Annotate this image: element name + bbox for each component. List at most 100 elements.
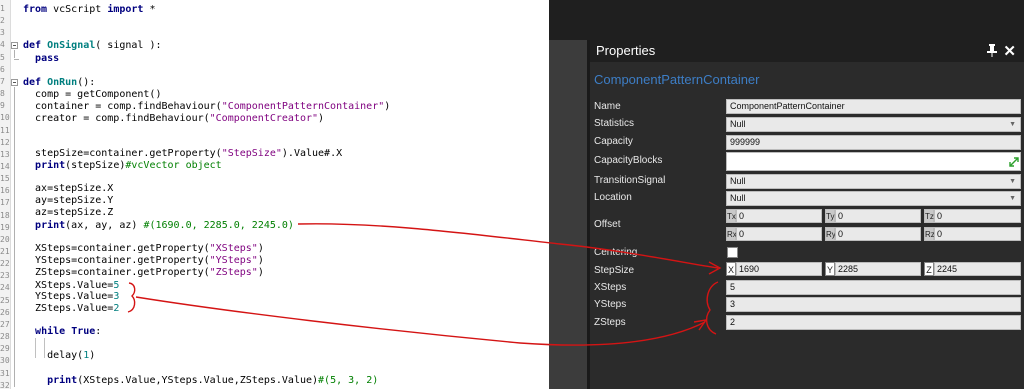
label-step-size: StepSize — [594, 265, 635, 276]
line-number: 5 — [0, 52, 5, 62]
offset-rx-field[interactable]: 0 — [736, 227, 822, 241]
transition-signal-dropdown[interactable]: Null ▼ — [726, 174, 1021, 189]
line-number: 1 — [0, 4, 5, 13]
label-capacity-blocks: CapacityBlocks — [594, 155, 663, 166]
code-line: ZSteps.Value=2 — [23, 303, 119, 315]
code-token: ZSteps.Value= — [23, 303, 114, 314]
ysteps-field[interactable]: 3 — [726, 297, 1021, 312]
line-number: 21 — [0, 247, 10, 256]
capacity-blocks-field[interactable] — [726, 152, 1021, 171]
location-dropdown[interactable]: Null ▼ — [726, 191, 1021, 206]
code-token: 5 — [113, 280, 120, 291]
offset-tx-label: Tx — [726, 209, 736, 223]
code-line: XSteps=container.getProperty("XSteps") — [23, 243, 264, 255]
line-number: 11 — [0, 125, 10, 135]
step-size-x-field[interactable]: 1690 — [736, 262, 822, 276]
panel-title: Properties — [596, 43, 656, 58]
code-token: ) — [257, 255, 264, 266]
step-size-y-field[interactable]: 2285 — [835, 262, 921, 276]
code-token: ( signal ): — [95, 40, 162, 51]
line-number: 8 — [0, 89, 5, 99]
code-token: def — [23, 40, 42, 51]
code-token: vcScript — [47, 4, 108, 15]
code-token: #(5, 3, 2) — [318, 375, 379, 386]
label-ysteps: YSteps — [594, 299, 627, 310]
fold-toggle-icon[interactable] — [11, 79, 18, 86]
xsteps-field[interactable]: 5 — [726, 280, 1021, 295]
offset-ry-field[interactable]: 0 — [835, 227, 921, 241]
panel-header: Properties ✕ — [590, 40, 1024, 62]
line-number: 13 — [0, 149, 10, 159]
line-number: 9 — [0, 101, 5, 111]
step-size-z-label: Z — [924, 262, 934, 276]
component-name: ComponentPatternContainer — [594, 72, 760, 87]
capacity-field[interactable]: 999999 — [726, 135, 1021, 150]
viewport-strip — [549, 40, 587, 389]
line-number: 25 — [0, 295, 10, 305]
zsteps-field[interactable]: 2 — [726, 315, 1021, 330]
code-token: ) — [257, 267, 264, 278]
code-token: import — [107, 4, 144, 15]
capacity-value: 999999 — [730, 137, 761, 147]
centering-checkbox[interactable] — [727, 247, 738, 258]
step-size-x-value: 1690 — [739, 264, 760, 274]
close-icon[interactable]: ✕ — [1003, 42, 1016, 60]
line-number: 30 — [0, 356, 10, 366]
offset-ry-label: Ry — [825, 227, 836, 241]
indent-guide — [35, 338, 36, 358]
ysteps-value: 3 — [730, 299, 736, 309]
code-line: ax=stepSize.X — [23, 183, 113, 195]
label-transition-signal: TransitionSignal — [594, 175, 666, 186]
code-token: from — [23, 4, 48, 15]
code-token: OnSignal — [47, 40, 96, 51]
statistics-dropdown[interactable]: Null ▼ — [726, 117, 1021, 132]
chevron-down-icon: ▼ — [1009, 178, 1016, 185]
code-line: YSteps=container.getProperty("YSteps") — [23, 255, 264, 267]
code-editor[interactable]: 1 2 3 4 5 6 7 8 9 10 11 12 13 14 15 16 17 18 19 20 21 22 23 24 2… — [0, 0, 550, 389]
transition-signal-value: Null — [730, 176, 746, 186]
line-number: 6 — [0, 64, 5, 74]
line-number: 18 — [0, 210, 10, 220]
step-size-z-field[interactable]: 2245 — [934, 262, 1021, 276]
code-line: while True: — [23, 326, 101, 338]
offset-tx-field[interactable]: 0 — [736, 209, 822, 223]
code-line: az=stepSize.Z — [23, 207, 113, 219]
label-location: Location — [594, 192, 632, 203]
expand-icon[interactable] — [1008, 156, 1020, 168]
line-number: 20 — [0, 234, 10, 244]
indent-guide — [44, 338, 45, 358]
line-number: 19 — [0, 222, 10, 232]
code-token: "ZSteps" — [209, 267, 258, 278]
offset-tz-label: Tz — [924, 209, 934, 223]
code-token: YSteps.Value= — [23, 291, 114, 302]
line-number: 16 — [0, 186, 10, 196]
name-field[interactable]: ComponentPatternContainer — [726, 99, 1021, 114]
line-number: 12 — [0, 137, 10, 147]
code-token: (ax, ay, az) — [65, 220, 144, 231]
code-token: print — [35, 160, 66, 171]
chevron-down-icon: ▼ — [1009, 195, 1016, 202]
pin-icon[interactable] — [986, 43, 998, 57]
code-token: ) — [384, 101, 391, 112]
chevron-down-icon: ▼ — [1009, 121, 1016, 128]
fold-toggle-icon[interactable] — [11, 42, 18, 49]
code-line: ay=stepSize.Y — [23, 195, 113, 207]
line-number: 14 — [0, 161, 10, 171]
code-token: True — [71, 326, 96, 337]
code-line: print(ax, ay, az) #(1690.0, 2285.0, 2245… — [23, 220, 294, 232]
offset-ty-field[interactable]: 0 — [835, 209, 921, 223]
code-line: print(stepSize)#vcVector object — [23, 160, 222, 172]
offset-tz-field[interactable]: 0 — [934, 209, 1021, 223]
location-value: Null — [730, 193, 746, 203]
xsteps-value: 5 — [730, 282, 736, 292]
code-token: ).Value#.X — [281, 148, 343, 159]
code-line: from vcScript import * — [23, 4, 155, 16]
code-token: 2 — [113, 303, 120, 314]
offset-rz-field[interactable]: 0 — [934, 227, 1021, 241]
code-line: delay(1) — [23, 350, 95, 362]
offset-ty-value: 0 — [838, 211, 844, 221]
code-token: (XSteps.Value,YSteps.Value,ZSteps.Value) — [77, 375, 319, 386]
code-token: "XSteps" — [209, 243, 258, 254]
